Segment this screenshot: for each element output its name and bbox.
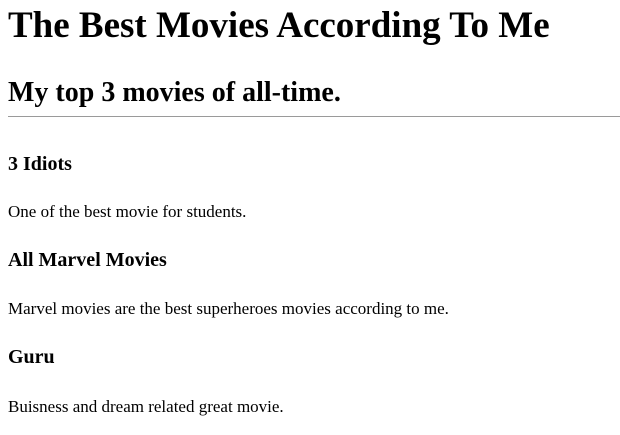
movie-description: Buisness and dream related great movie.: [8, 397, 284, 416]
movie-title: Guru: [8, 346, 55, 368]
page-content: The Best Movies According To Me My top 3…: [0, 0, 620, 416]
page-title: The Best Movies According To Me: [8, 5, 550, 46]
movie-title: All Marvel Movies: [8, 249, 167, 271]
section-divider: [8, 116, 620, 117]
movie-description: Marvel movies are the best superheroes m…: [8, 299, 449, 318]
page-subtitle: My top 3 movies of all-time.: [8, 77, 341, 108]
movie-description: One of the best movie for students.: [8, 202, 247, 221]
movie-title: 3 Idiots: [8, 153, 72, 175]
